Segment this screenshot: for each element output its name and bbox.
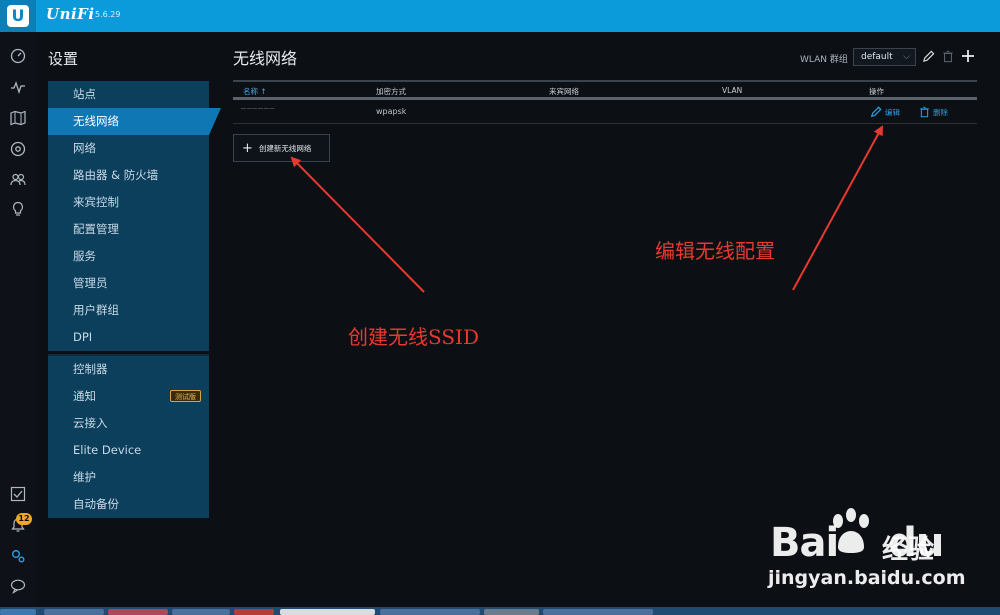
annotation-create-ssid: 创建无线SSID	[348, 325, 479, 349]
taskbar-app[interactable]	[234, 609, 274, 615]
pencil-icon	[870, 106, 882, 118]
sidebar-item[interactable]: 路由器 & 防火墙	[48, 162, 209, 189]
sidebar-item[interactable]: 来宾控制	[48, 189, 209, 216]
sidebar-item-label: 自动备份	[73, 497, 119, 511]
wlan-security-cell: wpapsk	[376, 107, 407, 116]
sidebar-item[interactable]: 配置管理	[48, 216, 209, 243]
wlan-group-select[interactable]: default ⌵	[853, 48, 916, 66]
chevron-down-icon: ⌵	[903, 52, 910, 62]
taskbar-start-button[interactable]	[0, 609, 36, 615]
settings-nav-group-1: 站点无线网络网络路由器 & 防火墙 来宾控制配置管理服务管理员用户群组 DPI	[48, 81, 221, 351]
column-header-vlan[interactable]: VLAN	[722, 86, 742, 95]
sidebar-item-label: 来宾控制	[73, 195, 119, 209]
statistics-icon[interactable]	[8, 77, 28, 97]
edit-label: 编辑	[885, 107, 900, 117]
baidu-paw-icon	[833, 508, 869, 553]
edit-wlan-button[interactable]: 编辑	[870, 106, 900, 118]
top-bar: U UniFi 5.6.29	[0, 0, 1000, 32]
sidebar-item[interactable]: 无线网络	[48, 108, 221, 135]
unifi-app: U UniFi 5.6.29 12 设置 站点 无线网络 网络 路由器 & 防火…	[0, 0, 1000, 615]
chat-icon[interactable]	[8, 576, 28, 596]
create-wlan-label: 创建新无线网络	[258, 143, 312, 153]
beta-badge: 测试版	[170, 390, 201, 402]
arrow-to-edit	[792, 125, 883, 291]
sidebar-item[interactable]: 维护	[48, 464, 209, 491]
sidebar-item[interactable]: 通知 测试版	[48, 383, 209, 410]
plus-icon: +	[242, 140, 253, 156]
sidebar-item[interactable]: 云接入	[48, 410, 209, 437]
sidebar-item[interactable]: DPI	[48, 324, 209, 351]
taskbar-app[interactable]	[380, 609, 480, 615]
sidebar-item-label: 无线网络	[73, 114, 119, 128]
trash-icon	[920, 106, 929, 118]
column-header-name[interactable]: 名称 ↑	[243, 86, 267, 97]
column-header-guest[interactable]: 来宾网络	[549, 86, 579, 97]
insights-icon[interactable]	[8, 199, 28, 219]
column-header-actions: 操作	[869, 87, 884, 96]
settings-nav-group-2: 控制器通知 测试版云接入 Elite Device 维护自动备份	[48, 354, 209, 518]
sidebar-item-label: DPI	[73, 330, 93, 344]
annotation-edit-wlan: 编辑无线配置	[655, 239, 775, 263]
taskbar-app[interactable]	[484, 609, 539, 615]
taskbar-app[interactable]	[44, 609, 104, 615]
map-icon[interactable]	[8, 108, 28, 128]
devices-icon[interactable]	[8, 139, 28, 159]
sidebar-item-label: 控制器	[73, 362, 108, 376]
taskbar-app[interactable]	[108, 609, 168, 615]
sidebar-item-label: 服务	[73, 249, 96, 263]
sidebar-item-label: 维护	[73, 470, 96, 484]
taskbar-app[interactable]	[543, 609, 653, 615]
sidebar-item-label: 云接入	[73, 416, 108, 430]
table-row-divider	[233, 123, 977, 124]
sidebar-item-label: 管理员	[73, 276, 108, 290]
sidebar-item-label: 站点	[73, 87, 96, 101]
delete-label: 删除	[933, 107, 948, 117]
sidebar-item-label: 路由器 & 防火墙	[73, 168, 159, 182]
sidebar-item-label: 配置管理	[73, 222, 119, 236]
sidebar-item[interactable]: 网络	[48, 135, 209, 162]
settings-icon[interactable]	[8, 546, 28, 566]
sidebar-item-label: 用户群组	[73, 303, 119, 317]
taskbar-app[interactable]	[280, 609, 375, 615]
add-group-icon[interactable]	[960, 47, 976, 65]
version-label: 5.6.29	[95, 10, 121, 19]
sidebar-item[interactable]: 控制器	[48, 356, 209, 383]
delete-group-icon[interactable]	[940, 47, 956, 65]
delete-wlan-button[interactable]: 删除	[919, 106, 948, 118]
sidebar-item[interactable]: 用户群组	[48, 297, 209, 324]
dashboard-icon[interactable]	[8, 46, 28, 66]
sidebar-item[interactable]: 服务	[48, 243, 209, 270]
settings-title: 设置	[48, 50, 79, 68]
sidebar-item-label: 通知	[73, 389, 96, 403]
sidebar-item[interactable]: 站点	[48, 81, 209, 108]
ubiquiti-logo[interactable]: U	[0, 0, 36, 32]
create-wlan-button[interactable]: + 创建新无线网络	[233, 134, 330, 162]
wlan-group-label: WLAN 群组	[800, 55, 848, 65]
sidebar-item[interactable]: 自动备份	[48, 491, 209, 518]
table-header-divider	[233, 97, 977, 100]
logo-letter: U	[7, 5, 29, 27]
wlan-name-cell: ~~~~~~	[240, 104, 275, 113]
icon-rail: 12	[0, 32, 36, 607]
alerts-count-badge: 12	[16, 513, 32, 525]
sidebar-item[interactable]: Elite Device	[48, 437, 209, 464]
watermark-product: 经验	[882, 535, 935, 565]
wlan-group-value: default	[861, 52, 893, 62]
taskbar-app[interactable]	[172, 609, 230, 615]
sidebar-item[interactable]: 管理员	[48, 270, 209, 297]
brand-name: UniFi	[46, 5, 95, 23]
tasks-icon[interactable]	[8, 484, 28, 504]
edit-group-icon[interactable]	[920, 47, 936, 65]
sidebar-item-label: Elite Device	[73, 443, 142, 457]
page-title: 无线网络	[233, 49, 298, 68]
clients-icon[interactable]	[8, 169, 28, 189]
sidebar-item-label: 网络	[73, 141, 96, 155]
arrow-to-create	[290, 156, 425, 293]
watermark-url: jingyan.baidu.com	[768, 567, 966, 589]
table-top-border	[233, 80, 977, 82]
column-header-security[interactable]: 加密方式	[376, 86, 406, 97]
